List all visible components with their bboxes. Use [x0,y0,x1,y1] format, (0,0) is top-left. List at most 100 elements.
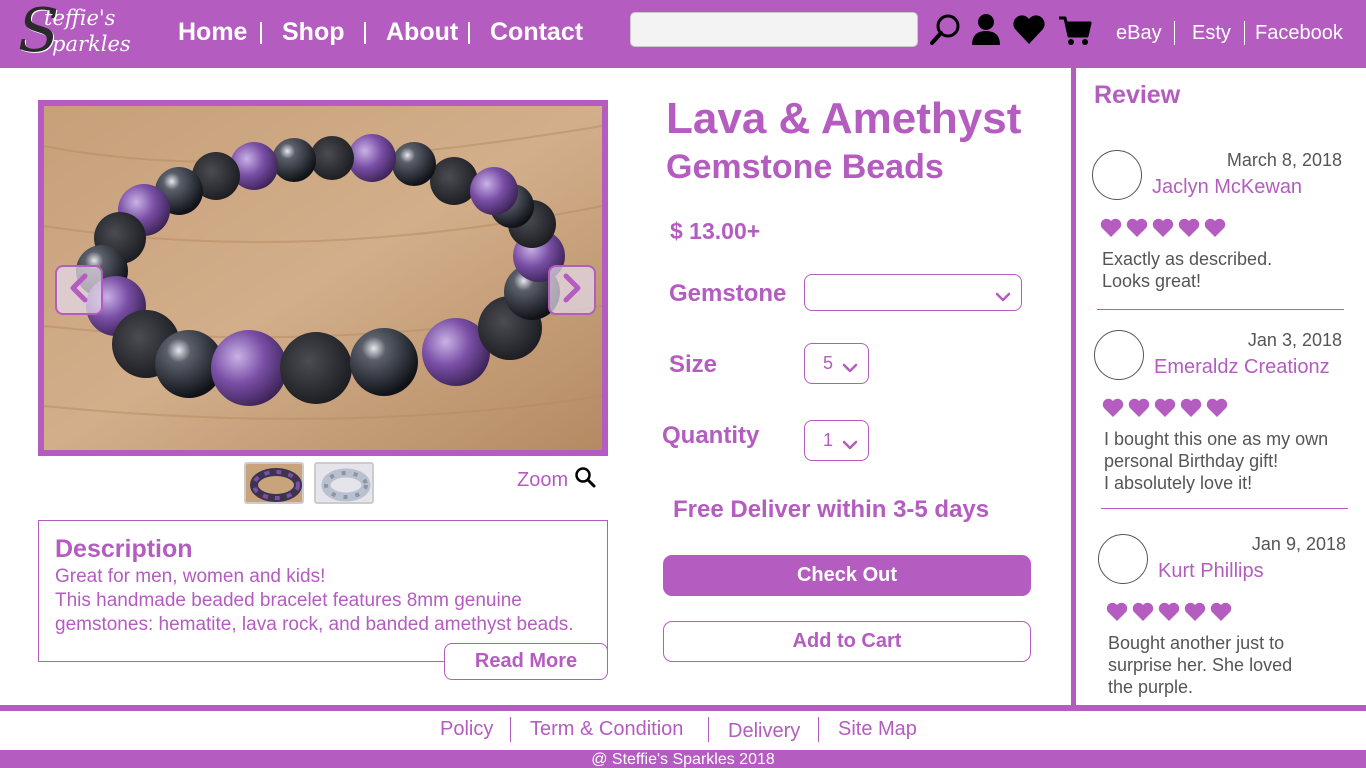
search-icon[interactable] [928,12,964,48]
avatar [1098,534,1148,584]
chevron-down-icon [842,358,858,379]
chevron-left-icon [68,273,90,308]
description-line: gemstones: hematite, lava rock, and band… [55,614,574,635]
gemstone-label: Gemstone [669,280,787,307]
rating-heart-icon [1100,218,1122,243]
thumbnail-2[interactable] [314,462,374,504]
quantity-label: Quantity [662,422,760,449]
review-text: I bought this one as my own personal Bir… [1104,428,1354,494]
read-more-button[interactable]: Read More [444,643,608,680]
review-line: Bought another just to [1108,633,1285,653]
footer-policy-link[interactable]: Policy [440,718,493,741]
market-divider [1244,21,1245,45]
rating-heart-icon [1128,398,1150,423]
description-text: Great for men, women and kids! This hand… [55,565,625,637]
review-line: personal Birthday gift! [1104,451,1279,471]
review-item: Jan 9, 2018 Kurt Phillips Bought another… [1098,534,1358,699]
quantity-select[interactable]: 1 [804,420,869,461]
footer-terms-link[interactable]: Term & Condition [530,718,683,741]
rating-heart-icon [1204,218,1226,243]
description-heading: Description [55,535,193,563]
review-separator [1101,508,1348,509]
reviewer-name: Kurt Phillips [1158,560,1264,582]
review-line: the purple. [1108,677,1194,697]
product-title: Lava & Amethyst [666,94,1022,143]
thumbnail-1[interactable] [244,462,304,504]
review-line: I absolutely love it! [1104,473,1253,493]
review-text: Bought another just to surprise her. She… [1108,632,1358,698]
rating-heart-icon [1210,602,1232,627]
star-rating [1106,602,1232,627]
review-separator [1097,309,1344,310]
star-rating [1100,218,1226,243]
add-to-cart-button[interactable]: Add to Cart [663,621,1031,662]
product-subtitle: Gemstone Beads [666,148,944,186]
zoom-button[interactable]: Zoom [517,466,596,494]
rating-heart-icon [1132,602,1154,627]
review-divider [1071,68,1076,706]
etsy-link[interactable]: Esty [1192,22,1231,45]
rating-heart-icon [1158,602,1180,627]
rating-heart-icon [1102,398,1124,423]
nav-divider [260,22,262,44]
product-image [38,100,608,456]
logo-line2: parkles [52,32,131,56]
next-image-button[interactable] [548,265,596,315]
nav-shop[interactable]: Shop [282,18,345,47]
cart-icon[interactable] [1057,12,1093,48]
footer-link-divider [510,717,511,742]
magnifier-icon [574,466,596,494]
chevron-right-icon [561,273,583,308]
review-heading: Review [1094,81,1181,109]
avatar [1094,330,1144,380]
reviewer-name: Emeraldz Creationz [1154,356,1330,378]
heart-icon[interactable] [1011,12,1047,48]
footer-delivery-link[interactable]: Delivery [728,720,800,743]
rating-heart-icon [1154,398,1176,423]
reviewer-name: Jaclyn McKewan [1152,176,1303,198]
review-item: Jan 3, 2018 Emeraldz Creationz I bought … [1094,330,1354,495]
facebook-link[interactable]: Facebook [1255,22,1343,45]
rating-heart-icon [1180,398,1202,423]
footer-divider [0,705,1366,711]
ebay-link[interactable]: eBay [1116,22,1162,45]
delivery-info: Free Deliver within 3-5 days [673,496,990,523]
user-icon[interactable] [968,12,1004,48]
copyright-bar: @ Steffie's Sparkles 2018 [0,750,1366,768]
size-label: Size [669,351,718,378]
header-bar: S teffie's parkles Home Shop About Conta… [0,0,1366,68]
avatar [1092,150,1142,200]
chevron-down-icon [995,287,1011,308]
review-line: I bought this one as my own [1104,429,1329,449]
rating-heart-icon [1126,218,1148,243]
rating-heart-icon [1206,398,1228,423]
description-box: Description Great for men, women and kid… [38,520,608,662]
nav-about[interactable]: About [386,18,458,47]
size-value: 5 [823,353,834,373]
nav-home[interactable]: Home [178,18,247,47]
rating-heart-icon [1184,602,1206,627]
quantity-value: 1 [823,430,834,450]
prev-image-button[interactable] [55,265,103,315]
chevron-down-icon [842,435,858,456]
review-line: surprise her. She loved [1108,655,1293,675]
logo-line1: teffie's [44,6,116,30]
rating-heart-icon [1106,602,1128,627]
rating-heart-icon [1178,218,1200,243]
nav-divider [468,22,470,44]
product-price: $ 13.00+ [670,218,761,244]
gemstone-select[interactable] [804,274,1022,311]
review-date: Jan 3, 2018 [1247,330,1342,350]
logo[interactable]: S teffie's parkles [14,0,144,66]
search-input[interactable] [630,12,918,47]
description-line: Great for men, women and kids! [55,566,326,587]
nav-contact[interactable]: Contact [490,18,583,47]
zoom-label: Zoom [517,468,569,491]
review-date: March 8, 2018 [1226,150,1342,170]
rating-heart-icon [1152,218,1174,243]
review-text: Exactly as described. Looks great! [1102,248,1352,292]
nav-divider [364,22,366,44]
size-select[interactable]: 5 [804,343,869,384]
footer-sitemap-link[interactable]: Site Map [838,718,917,741]
checkout-button[interactable]: Check Out [663,555,1031,596]
